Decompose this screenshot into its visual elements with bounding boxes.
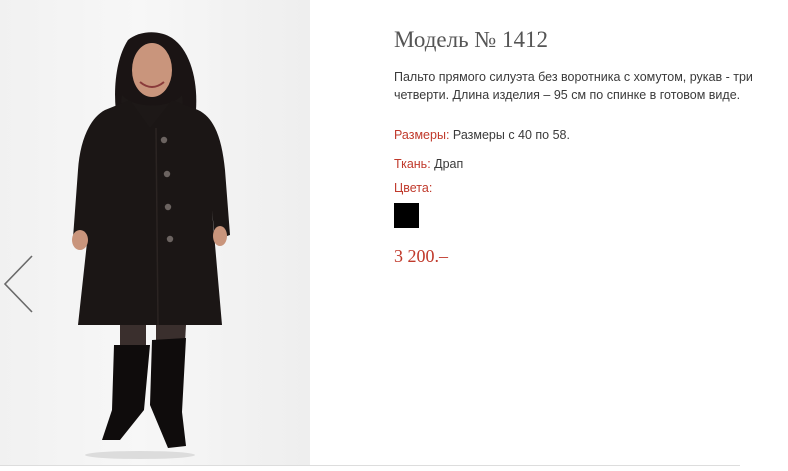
sizes-value: Размеры с 40 по 58.	[449, 128, 570, 142]
woman-in-black-coat-photo	[72, 32, 230, 459]
product-description: Пальто прямого силуэта без воротника с х…	[394, 70, 753, 102]
product-photo	[0, 0, 310, 465]
sizes-label: Размеры:	[394, 128, 450, 142]
divider	[0, 465, 740, 466]
colors-row: Цвета:	[394, 181, 432, 195]
sizes-row: Размеры: Размеры с 40 по 58.	[394, 128, 570, 142]
gallery-prev-button[interactable]	[2, 254, 34, 314]
fabric-label: Ткань:	[394, 157, 431, 171]
fabric-row: Ткань: Драп	[394, 157, 463, 171]
color-swatch-black[interactable]	[394, 203, 419, 228]
product-title: Модель № 1412	[394, 27, 549, 52]
chevron-left-icon	[3, 255, 33, 313]
colors-label: Цвета:	[394, 181, 433, 195]
fabric-value: Драп	[430, 157, 464, 171]
product-price: 3 200.–	[394, 246, 448, 266]
